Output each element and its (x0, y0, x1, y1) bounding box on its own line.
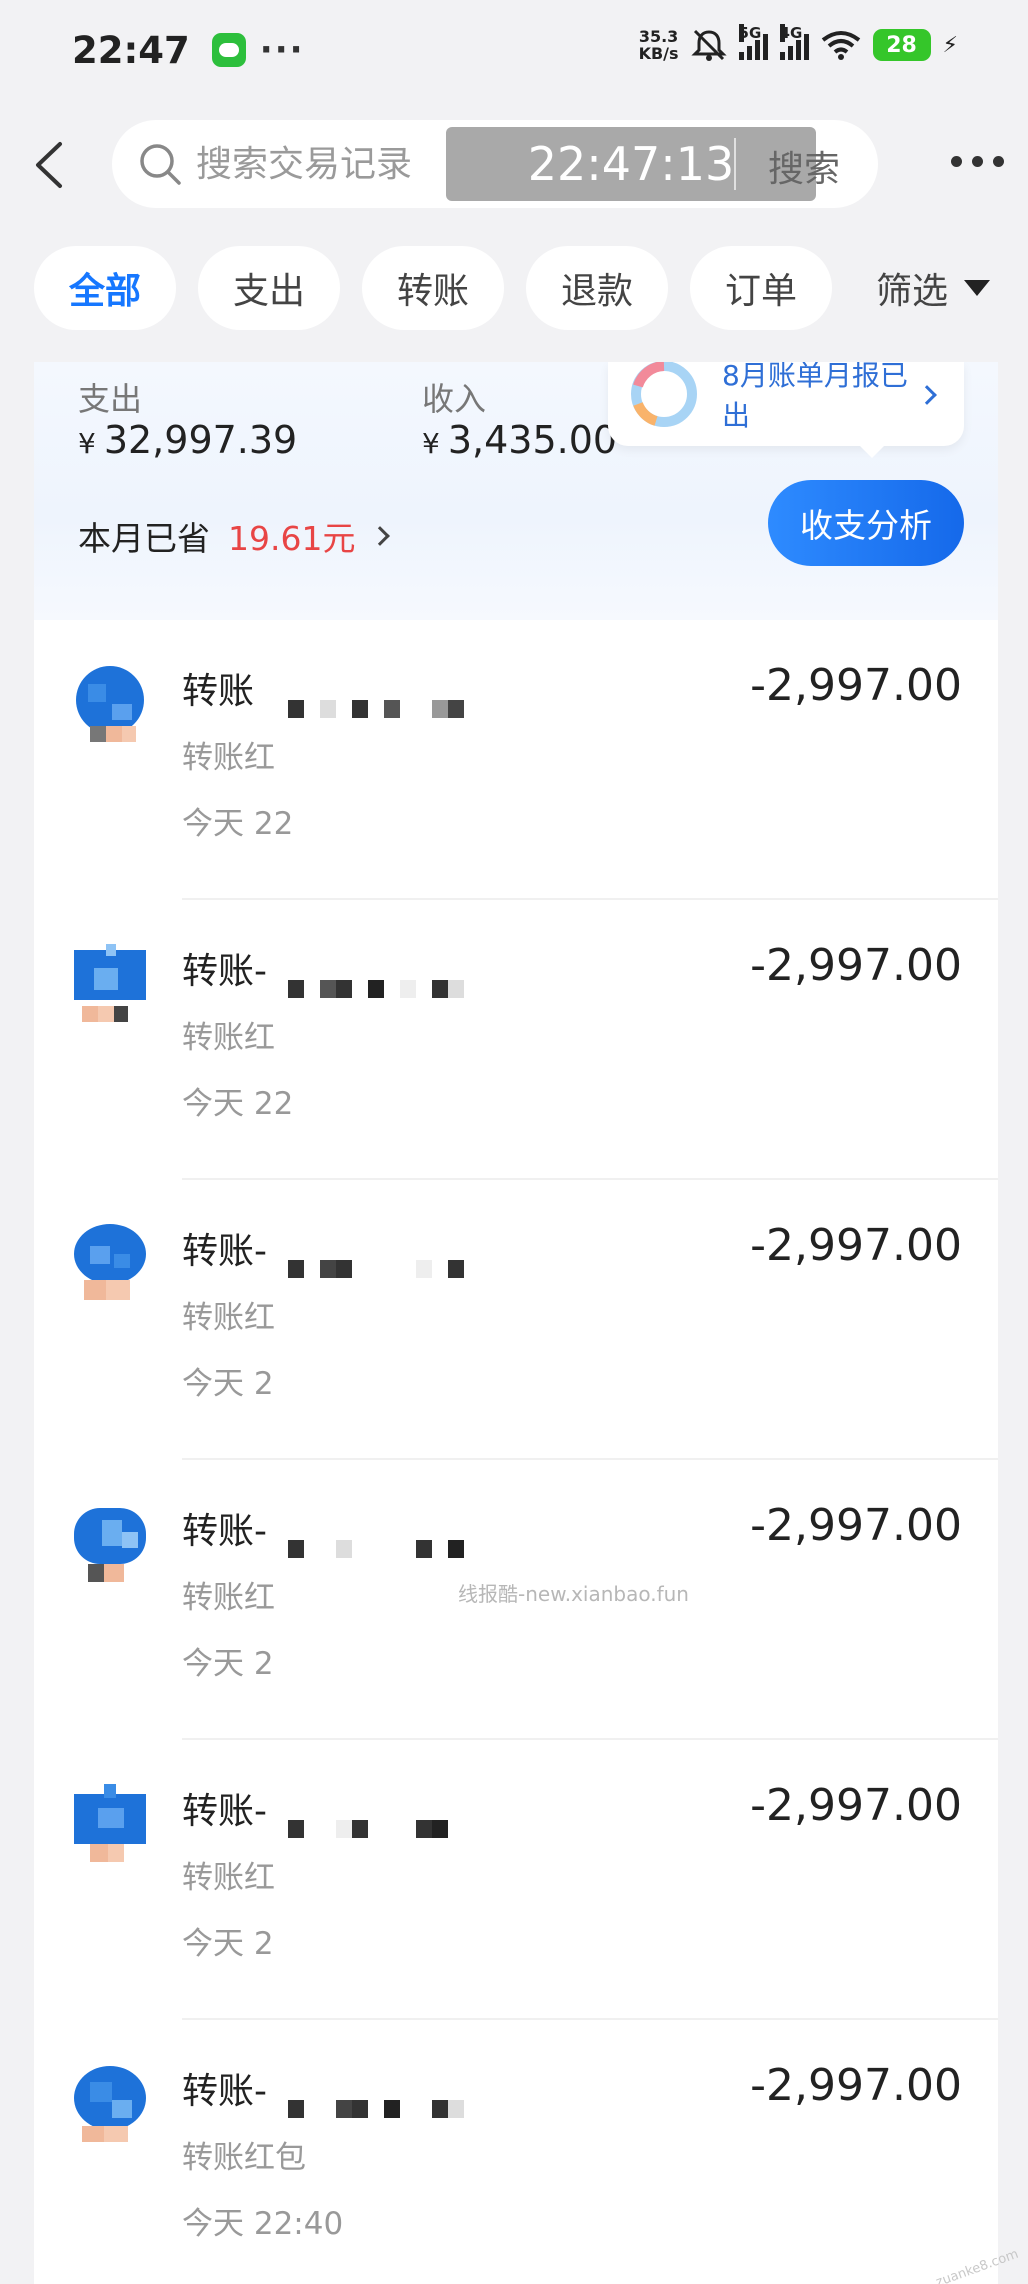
transaction-amount: -2,997.00 (750, 2060, 962, 2111)
income-total: ¥3,435.00 (422, 418, 618, 462)
redacted-mosaic (288, 700, 464, 718)
monthly-report-banner[interactable]: 8月账单月报已出 (608, 362, 964, 458)
charging-icon: ⚡ (942, 32, 958, 58)
search-input[interactable] (196, 143, 436, 185)
search-divider (734, 138, 736, 190)
triangle-down-icon (964, 280, 991, 296)
screenshot-time-overlay: 22:47:13 (446, 127, 816, 201)
transaction-row[interactable]: 转账- 转账红 今天 22 -2,997.00 (34, 900, 998, 1180)
more-notifications-icon: ··· (259, 30, 305, 70)
transaction-amount: -2,997.00 (750, 1500, 962, 1551)
redacted-mosaic (288, 1260, 464, 1278)
transaction-time: 今天 2 (182, 1926, 274, 1962)
avatar (74, 1784, 146, 1862)
monthly-savings-link[interactable]: 本月已省 19.61元 (78, 512, 391, 560)
tab-transfer[interactable]: 转账 (362, 246, 504, 330)
avatar (74, 1508, 146, 1582)
signal-5g-icon: 5G (738, 24, 768, 60)
filter-dropdown[interactable]: 筛选 (876, 262, 991, 314)
tab-expense[interactable]: 支出 (198, 246, 340, 330)
transaction-amount: -2,997.00 (750, 1780, 962, 1831)
transaction-row[interactable]: 转账- 转账红 今天 2 -2,997.00 (34, 1740, 998, 2020)
message-icon (211, 33, 246, 67)
filter-tabs: 全部 支出 转账 退款 订单 (34, 246, 832, 330)
transaction-time: 今天 2 (182, 1366, 274, 1402)
more-options-icon[interactable] (951, 156, 1004, 167)
expense-label: 支出 (78, 380, 143, 418)
transaction-time: 今天 22 (182, 806, 294, 842)
wifi-icon (821, 31, 860, 60)
savings-amount: 19.61元 (228, 519, 356, 558)
transaction-title: 转账 (182, 671, 255, 712)
status-bar: 22:47 ··· 35.3 KB/s 5G 4G 28 ⚡ (0, 0, 1028, 100)
transaction-category: 转账红包 (182, 2140, 306, 2176)
transaction-category: 转账红 (182, 1860, 275, 1896)
transaction-title: 转账- (182, 951, 267, 992)
redacted-mosaic (288, 1820, 464, 1838)
transaction-row[interactable]: 转账- 转账红包 今天 22:40 -2,997.00 (34, 2020, 998, 2284)
transaction-time: 今天 22:40 (182, 2206, 344, 2242)
search-icon (140, 144, 181, 185)
redacted-mosaic (288, 1540, 464, 1558)
income-expense-analysis-button[interactable]: 收支分析 (768, 480, 964, 566)
search-header: 22:47:13 搜索 (0, 120, 1028, 210)
avatar (76, 666, 144, 742)
redacted-mosaic (288, 2100, 464, 2118)
transaction-title: 转账- (182, 1791, 267, 1832)
income-label: 收入 (422, 380, 487, 418)
avatar (74, 2066, 146, 2142)
transaction-row[interactable]: 转账 转账红 今天 22 -2,997.00 (34, 620, 998, 900)
redacted-mosaic (288, 980, 464, 998)
transaction-title: 转账- (182, 1231, 267, 1272)
status-indicators: 35.3 KB/s 5G 4G 28 ⚡ (638, 24, 958, 63)
chevron-right-icon (370, 526, 391, 546)
avatar (74, 1224, 146, 1300)
transaction-card: 支出 ¥32,997.39 收入 ¥3,435.00 本月已省 19.61元 8… (34, 362, 998, 2284)
mute-icon (690, 29, 727, 61)
watermark-text: 线报酷-new.xianbao.fun (458, 1582, 689, 1606)
back-arrow-icon[interactable] (30, 140, 70, 190)
avatar (74, 944, 146, 1022)
transaction-row[interactable]: 转账- 转账红 今天 2 -2,997.00 (34, 1180, 998, 1460)
donut-chart-icon (631, 362, 697, 427)
transaction-amount: -2,997.00 (750, 1220, 962, 1271)
status-time: 22:47 (72, 28, 190, 72)
search-box[interactable]: 22:47:13 搜索 (112, 120, 878, 208)
transaction-category: 转账红 (182, 1020, 275, 1056)
signal-4g-icon: 4G (779, 24, 809, 60)
tab-all[interactable]: 全部 (34, 246, 176, 330)
transaction-time: 今天 22 (182, 1086, 294, 1122)
tab-orders[interactable]: 订单 (690, 246, 832, 330)
transaction-category: 转账红 (182, 1580, 275, 1616)
transaction-title: 转账- (182, 2071, 267, 2112)
savings-label: 本月已省 (78, 519, 210, 558)
battery-indicator: 28 (872, 29, 931, 61)
tab-refund[interactable]: 退款 (526, 246, 668, 330)
monthly-report-text: 8月账单月报已出 (722, 362, 908, 432)
transaction-category: 转账红 (182, 740, 275, 776)
transaction-time: 今天 2 (182, 1646, 274, 1682)
search-button[interactable]: 搜索 (768, 140, 840, 192)
network-speed: 35.3 KB/s (638, 27, 679, 63)
transaction-amount: -2,997.00 (750, 940, 962, 991)
monthly-summary: 支出 ¥32,997.39 收入 ¥3,435.00 本月已省 19.61元 8… (34, 362, 998, 620)
transaction-title: 转账- (182, 1511, 267, 1552)
filter-label: 筛选 (876, 271, 949, 312)
transaction-category: 转账红 (182, 1300, 275, 1336)
expense-total: ¥32,997.39 (78, 418, 298, 462)
transaction-amount: -2,997.00 (750, 660, 962, 711)
